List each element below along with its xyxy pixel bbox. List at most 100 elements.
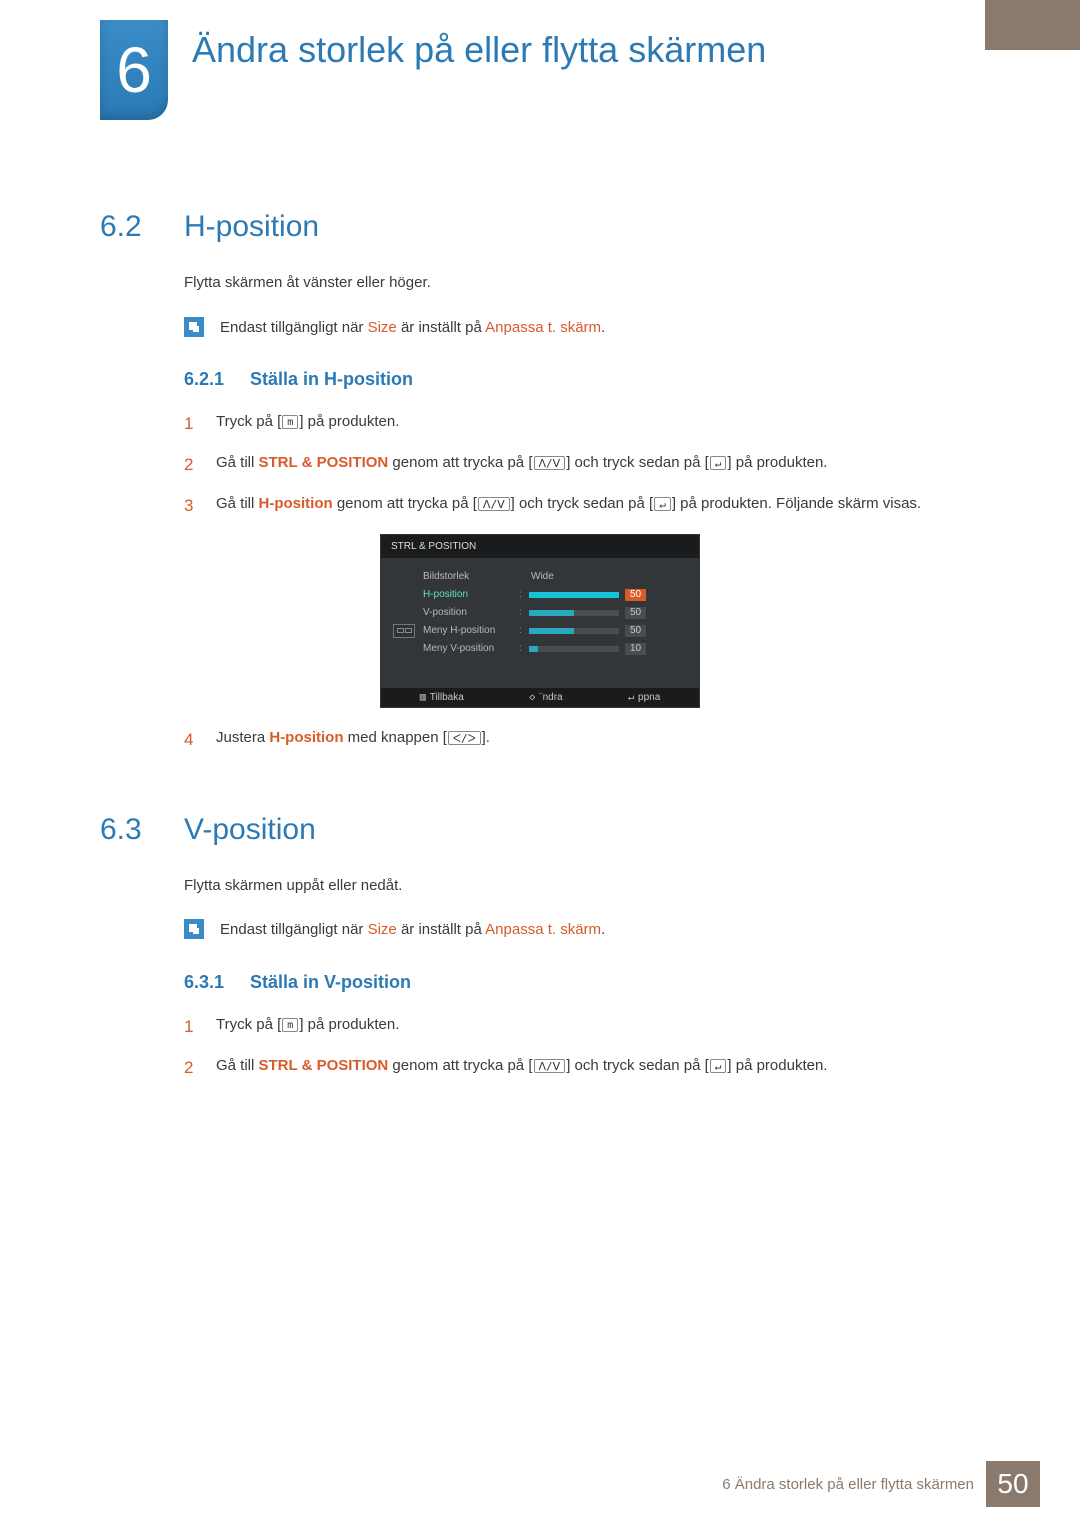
section-title: H-position bbox=[184, 210, 319, 244]
t: ] på produkten. bbox=[727, 1057, 827, 1074]
osd-value-text: Wide bbox=[531, 571, 554, 582]
subsection-heading-6-3-1: 6.3.1 Ställa in V-position bbox=[184, 972, 980, 993]
note: Endast tillgängligt när Size är inställt… bbox=[184, 317, 980, 340]
menu-item-name: H-position bbox=[269, 729, 343, 746]
t: Gå till bbox=[216, 1057, 259, 1074]
osd-footer: ▥Tillbaka ◇¨ndra ↵ppna bbox=[381, 688, 699, 707]
page-corner-accent bbox=[985, 0, 1080, 50]
updown-button-icon: ᐱ/ᐯ bbox=[478, 497, 510, 511]
subsection-heading-6-2-1: 6.2.1 Ställa in H-position bbox=[184, 369, 980, 390]
steps-list: 1 Tryck på [m] på produkten. 2 Gå till S… bbox=[184, 410, 980, 520]
steps-list-cont: 4 Justera H-position med knappen [ᐸ/ᐳ]. bbox=[184, 726, 980, 753]
osd-row-bildstorlek: Bildstorlek Wide bbox=[393, 568, 687, 586]
osd-footer-label: Tillbaka bbox=[430, 692, 464, 703]
note-text: Endast tillgängligt när Size är inställt… bbox=[220, 317, 605, 340]
step-body: Tryck på [m] på produkten. bbox=[216, 410, 980, 437]
leftright-button-icon: ᐸ/ᐳ bbox=[448, 731, 481, 745]
note-mode: Anpassa t. skärm bbox=[485, 319, 601, 336]
osd-row-h-position: H-position : 50 bbox=[393, 586, 687, 604]
t: ] och tryck sedan på [ bbox=[566, 454, 709, 471]
subsection-title: Ställa in H-position bbox=[250, 369, 413, 390]
subsection-title: Ställa in V-position bbox=[250, 972, 411, 993]
t: Gå till bbox=[216, 454, 259, 471]
t: ] på produkten. Följande skärm visas. bbox=[672, 495, 921, 512]
note-part: . bbox=[601, 319, 605, 336]
enter-button-icon: ↵ bbox=[710, 456, 727, 470]
step-3: 3 Gå till H-position genom att trycka på… bbox=[184, 492, 980, 519]
updown-button-icon: ᐱ/ᐯ bbox=[534, 1059, 566, 1073]
note-size: Size bbox=[368, 319, 397, 336]
section-intro: Flytta skärmen åt vänster eller höger. bbox=[184, 272, 980, 295]
t: genom att trycka på [ bbox=[388, 1057, 532, 1074]
t: Tryck på [ bbox=[216, 413, 281, 430]
note-text: Endast tillgängligt när Size är inställt… bbox=[220, 919, 605, 942]
chapter-number-tab: 6 bbox=[100, 20, 168, 120]
osd-value-number: 50 bbox=[625, 625, 646, 637]
osd-value-number: 50 bbox=[625, 607, 646, 619]
osd-label: H-position bbox=[423, 589, 515, 600]
t: med knappen [ bbox=[344, 729, 447, 746]
t: genom att trycka på [ bbox=[388, 454, 532, 471]
page-number: 50 bbox=[986, 1461, 1040, 1507]
t: ] på produkten. bbox=[299, 1016, 399, 1033]
step-1: 1 Tryck på [m] på produkten. bbox=[184, 410, 980, 437]
updown-button-icon: ᐱ/ᐯ bbox=[534, 456, 566, 470]
step-body: Tryck på [m] på produkten. bbox=[216, 1013, 980, 1040]
note-part: är inställt på bbox=[397, 319, 485, 336]
step-body: Gå till H-position genom att trycka på [… bbox=[216, 492, 980, 519]
section-title: V-position bbox=[184, 813, 316, 847]
osd-position-icon bbox=[393, 624, 415, 638]
step-4: 4 Justera H-position med knappen [ᐸ/ᐳ]. bbox=[184, 726, 980, 753]
note: Endast tillgängligt när Size är inställt… bbox=[184, 919, 980, 942]
t: Tryck på [ bbox=[216, 1016, 281, 1033]
note-part: är inställt på bbox=[397, 921, 485, 938]
step-number: 3 bbox=[184, 492, 202, 519]
chapter-title: Ändra storlek på eller flytta skärmen bbox=[192, 29, 766, 71]
menu-button-icon: m bbox=[282, 415, 298, 429]
t: ]. bbox=[482, 729, 490, 746]
osd-row-v-position: V-position : 50 bbox=[393, 604, 687, 622]
step-number: 2 bbox=[184, 451, 202, 478]
osd-label: V-position bbox=[423, 607, 515, 618]
osd-value: 50 bbox=[529, 607, 646, 619]
note-icon bbox=[184, 317, 204, 337]
chapter-header: 6 Ändra storlek på eller flytta skärmen bbox=[100, 20, 766, 120]
step-body: Gå till STRL & POSITION genom att trycka… bbox=[216, 1054, 980, 1081]
osd-label: Bildstorlek bbox=[423, 571, 515, 582]
osd-label: Meny V-position bbox=[423, 643, 515, 654]
step-1: 1 Tryck på [m] på produkten. bbox=[184, 1013, 980, 1040]
osd-footer-label: ¨ndra bbox=[539, 692, 562, 703]
section-number: 6.3 bbox=[100, 813, 160, 847]
section-number: 6.2 bbox=[100, 210, 160, 244]
menu-item-name: H-position bbox=[259, 495, 333, 512]
section-heading-6-2: 6.2 H-position bbox=[100, 210, 980, 244]
osd-footer-back: ▥Tillbaka bbox=[420, 692, 464, 703]
osd-label: Meny H-position bbox=[423, 625, 515, 636]
footer-chapter-title: 6 Ändra storlek på eller flytta skärmen bbox=[722, 1476, 974, 1493]
section-heading-6-3: 6.3 V-position bbox=[100, 813, 980, 847]
osd-value-number: 50 bbox=[625, 589, 646, 601]
steps-list-2: 1 Tryck på [m] på produkten. 2 Gå till S… bbox=[184, 1013, 980, 1081]
section-intro: Flytta skärmen uppåt eller nedåt. bbox=[184, 875, 980, 898]
t: Gå till bbox=[216, 495, 259, 512]
note-part: . bbox=[601, 921, 605, 938]
note-size: Size bbox=[368, 921, 397, 938]
osd-footer-open: ↵ppna bbox=[628, 692, 660, 703]
note-mode: Anpassa t. skärm bbox=[485, 921, 601, 938]
osd-row-meny-h-position: Meny H-position : 50 bbox=[393, 622, 687, 640]
chapter-number: 6 bbox=[116, 33, 152, 107]
step-body: Justera H-position med knappen [ᐸ/ᐳ]. bbox=[216, 726, 980, 753]
osd-value: 50 bbox=[529, 625, 646, 637]
t: Justera bbox=[216, 729, 269, 746]
step-number: 1 bbox=[184, 1013, 202, 1040]
t: ] och tryck sedan på [ bbox=[511, 495, 654, 512]
t: ] på produkten. bbox=[727, 454, 827, 471]
t: ] och tryck sedan på [ bbox=[566, 1057, 709, 1074]
note-icon bbox=[184, 919, 204, 939]
step-number: 1 bbox=[184, 410, 202, 437]
osd-body: Bildstorlek Wide H-position : 50 V-posit… bbox=[381, 558, 699, 688]
enter-button-icon: ↵ bbox=[654, 497, 671, 511]
menu-button-icon: m bbox=[282, 1018, 298, 1032]
menu-name: STRL & POSITION bbox=[259, 1057, 389, 1074]
note-part: Endast tillgängligt när bbox=[220, 921, 368, 938]
